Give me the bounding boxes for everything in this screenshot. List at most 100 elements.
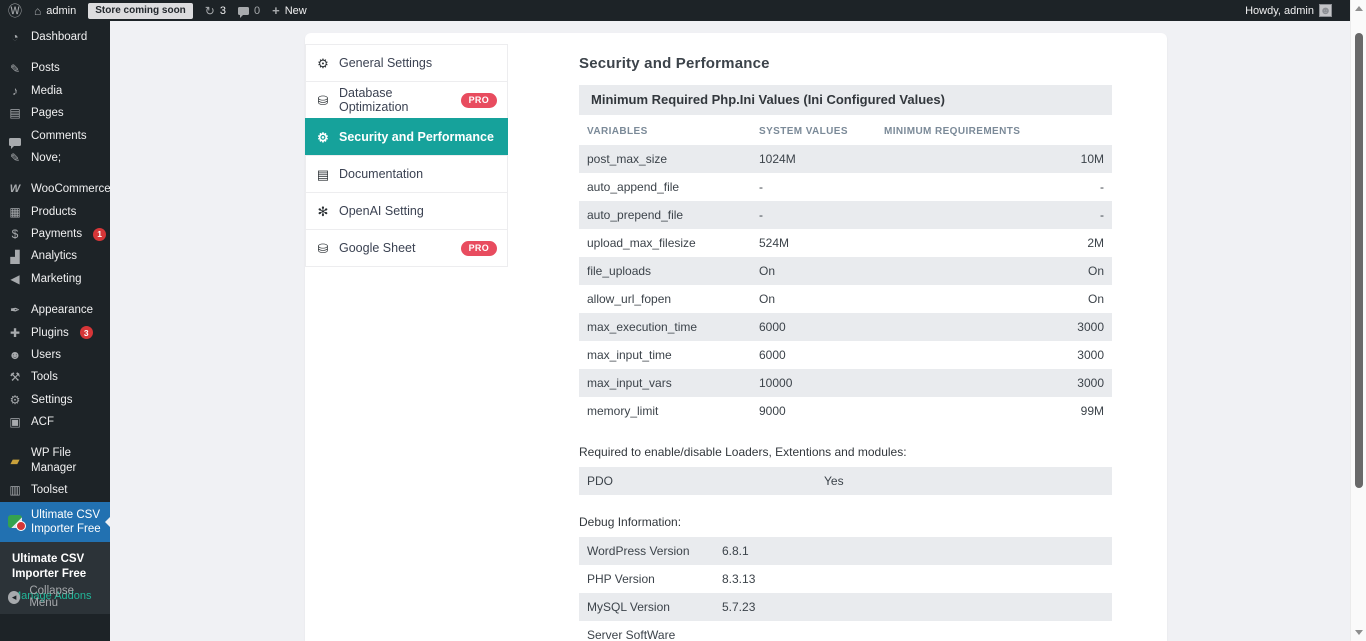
minimum-requirement-cell: - (884, 208, 1104, 222)
menu-icon: ✚ (8, 327, 22, 339)
settings-nav-item[interactable]: ⛁ Google Sheet PRO (305, 229, 508, 267)
settings-nav-item[interactable]: ▤ Documentation (305, 155, 508, 193)
sidebar-menu: ◔ Dashboard ✎ Posts ♪ Media ▤ Pages (0, 26, 110, 542)
scrollbar-up-arrow-icon[interactable] (1355, 6, 1363, 11)
sidebar-item[interactable]: ⚙ Settings (0, 389, 110, 411)
table-row: WordPress Version 6.8.1 (579, 537, 1112, 565)
sidebar-item[interactable]: $ Payments 1 (0, 223, 110, 245)
sidebar-item[interactable]: W WooCommerce (0, 178, 110, 200)
sidebar-item-label: Appearance (31, 303, 93, 317)
sidebar-item[interactable]: ✚ Plugins 3 (0, 322, 110, 344)
site-name-link[interactable]: ⌂ admin (34, 5, 76, 17)
system-value-cell: On (759, 292, 884, 306)
menu-icon: ◀ (8, 273, 22, 285)
menu-icon: ▟ (8, 251, 22, 263)
col-header-system-values: SYSTEM VALUES (759, 126, 884, 137)
sidebar-item[interactable]: ▣ ACF (0, 411, 110, 433)
system-value-cell: 9000 (759, 404, 884, 418)
system-value-cell: - (759, 180, 884, 194)
sidebar-item[interactable]: ✎ Nove; (0, 147, 110, 169)
variable-cell: upload_max_filesize (587, 236, 759, 250)
pro-badge: PRO (461, 93, 497, 108)
sidebar-item-label: Posts (31, 61, 60, 75)
menu-icon (8, 515, 22, 528)
minimum-requirement-cell: 3000 (884, 376, 1104, 390)
sidebar-item[interactable]: ▰ WP File Manager (0, 442, 110, 479)
admin-sidebar: ◔ Dashboard ✎ Posts ♪ Media ▤ Pages (0, 21, 110, 641)
settings-nav-item[interactable]: ⚙ Security and Performance (305, 118, 508, 156)
submenu-item-ultimate-csv-importer[interactable]: Ultimate CSV Importer Free (12, 552, 100, 582)
collapse-menu-button[interactable]: ◂ Collapse Menu (0, 581, 110, 613)
debug-name-cell: MySQL Version (587, 600, 722, 614)
plus-icon: + (272, 4, 280, 17)
comments-link[interactable]: 0 (238, 5, 260, 17)
updates-icon: ↻ (205, 5, 215, 17)
sidebar-item[interactable]: ♪ Media (0, 80, 110, 102)
sidebar-item-label: Products (31, 205, 76, 219)
variable-cell: file_uploads (587, 264, 759, 278)
nav-item-icon: ⛁ (316, 242, 330, 255)
sidebar-item[interactable]: ⚒ Tools (0, 366, 110, 388)
sidebar-item-label: Toolset (31, 483, 67, 497)
sidebar-item[interactable]: Comments (0, 125, 110, 147)
sidebar-item[interactable]: ◔ Dashboard (0, 26, 110, 48)
menu-icon: ✎ (8, 63, 22, 75)
plugin-settings-card: ⚙ General Settings ⛁ Database Optimizati… (305, 33, 1167, 641)
table-row: max_execution_time 6000 3000 (579, 313, 1112, 341)
sidebar-item[interactable]: ✎ Posts (0, 57, 110, 79)
sidebar-item[interactable]: ▥ Toolset (0, 479, 110, 501)
sidebar-item-label: Settings (31, 393, 73, 407)
variable-cell: max_input_vars (587, 376, 759, 390)
minimum-requirement-cell: 99M (884, 404, 1104, 418)
variable-cell: post_max_size (587, 152, 759, 166)
sidebar-item[interactable]: ☻ Users (0, 344, 110, 366)
sidebar-item[interactable]: ◀ Marketing (0, 268, 110, 290)
menu-icon: W (8, 184, 22, 195)
howdy-account-link[interactable]: Howdy, admin ☻ (1245, 4, 1332, 17)
count-badge: 1 (93, 228, 106, 241)
debug-value-cell: 8.3.13 (722, 572, 1104, 586)
updates-link[interactable]: ↻ 3 (205, 5, 226, 17)
menu-icon: ⚙ (8, 394, 22, 406)
scrollbar-thumb[interactable] (1355, 33, 1363, 488)
sidebar-item[interactable]: Ultimate CSV Importer Free (0, 502, 110, 543)
menu-icon: ▥ (8, 484, 22, 496)
sidebar-item-label: Analytics (31, 249, 77, 263)
debug-name-cell: WordPress Version (587, 544, 722, 558)
settings-nav-item[interactable]: ✻ OpenAI Setting (305, 192, 508, 230)
table-row: allow_url_fopen On On (579, 285, 1112, 313)
loader-value-cell: Yes (824, 474, 1104, 488)
menu-icon: ⚒ (8, 371, 22, 383)
minimum-requirement-cell: On (884, 292, 1104, 306)
pro-badge: PRO (461, 241, 497, 256)
sidebar-item[interactable]: ▟ Analytics (0, 245, 110, 267)
variable-cell: memory_limit (587, 404, 759, 418)
sidebar-item-label: Tools (31, 370, 58, 384)
variable-cell: max_input_time (587, 348, 759, 362)
settings-nav-item[interactable]: ⛁ Database Optimization PRO (305, 81, 508, 119)
settings-nav-item[interactable]: ⚙ General Settings (305, 44, 508, 82)
wordpress-logo-menu[interactable]: Ⓦ (8, 1, 22, 21)
loaders-table: PDO Yes (579, 467, 1112, 495)
nav-item-icon: ⚙ (316, 57, 330, 70)
minimum-requirement-cell: - (884, 180, 1104, 194)
system-value-cell: 10000 (759, 376, 884, 390)
collapse-label: Collapse Menu (29, 585, 102, 609)
table-row: memory_limit 9000 99M (579, 397, 1112, 425)
variable-cell: auto_prepend_file (587, 208, 759, 222)
system-value-cell: On (759, 264, 884, 278)
sidebar-item-label: Media (31, 84, 62, 98)
sidebar-item[interactable]: ▤ Pages (0, 102, 110, 124)
menu-icon: ▣ (8, 416, 22, 428)
site-name: admin (46, 5, 76, 17)
browser-scrollbar[interactable] (1350, 0, 1366, 641)
menu-icon: ✎ (8, 152, 22, 164)
store-coming-soon-badge[interactable]: Store coming soon (88, 3, 193, 19)
collapse-arrow-icon: ◂ (8, 591, 20, 604)
sidebar-item[interactable]: ▦ Products (0, 201, 110, 223)
new-content-link[interactable]: + New (272, 4, 307, 17)
scrollbar-down-arrow-icon[interactable] (1355, 630, 1363, 635)
loaders-label: Required to enable/disable Loaders, Exte… (579, 445, 1112, 459)
sidebar-item[interactable]: ✒ Appearance (0, 299, 110, 321)
table-row: auto_prepend_file - - (579, 201, 1112, 229)
